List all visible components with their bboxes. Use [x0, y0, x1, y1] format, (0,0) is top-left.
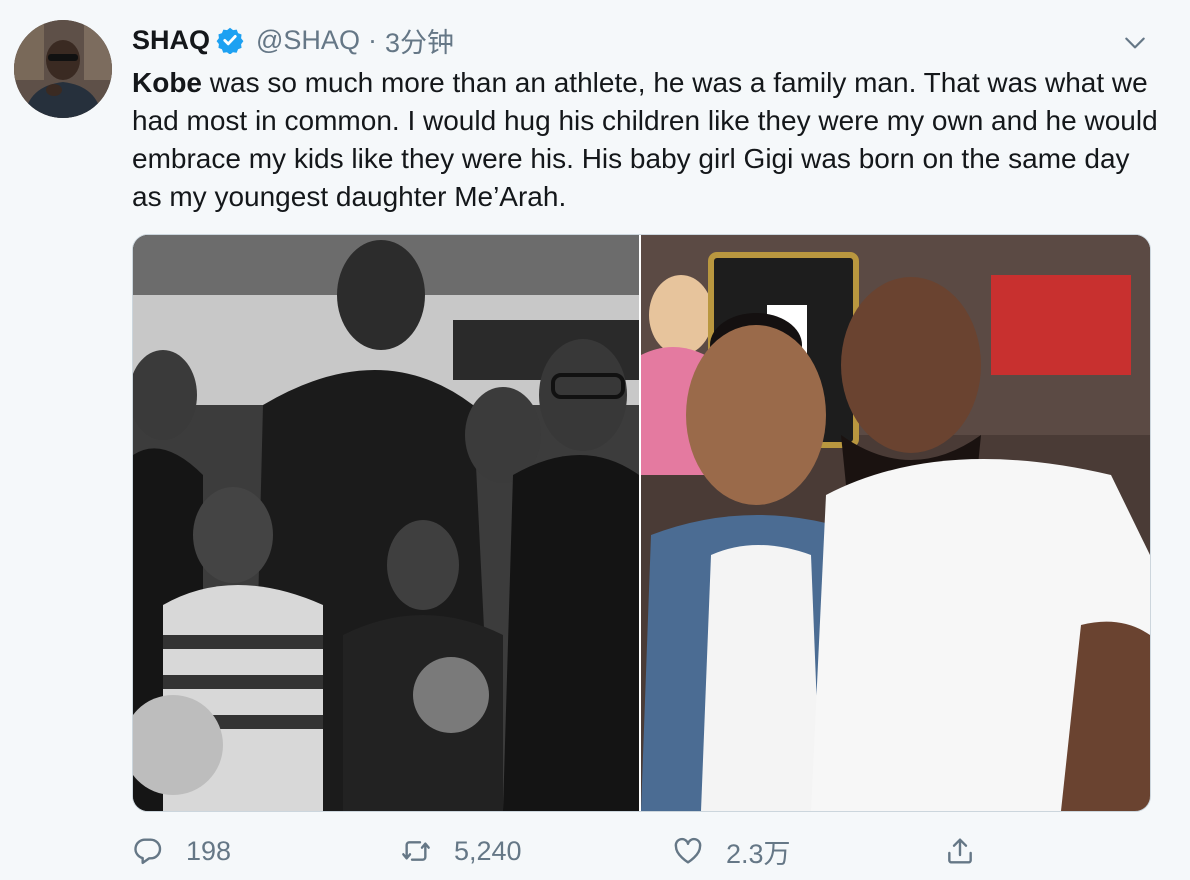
- photo-2-image: [641, 235, 1150, 811]
- tweet-header: SHAQ @SHAQ · 3分钟: [132, 22, 454, 58]
- author-avatar[interactable]: [14, 20, 112, 118]
- tweet-actions: 198 5,240 2.3万: [132, 828, 1149, 874]
- like-count: 2.3万: [726, 838, 791, 869]
- heart-icon: [674, 837, 702, 864]
- share-icon: [948, 838, 972, 864]
- tweet-text: Kobe was so much more than an athlete, h…: [132, 64, 1162, 216]
- reply-count: 198: [186, 835, 232, 866]
- retweet-count: 5,240: [454, 835, 522, 866]
- header-separator: ·: [367, 24, 377, 55]
- avatar-image: [14, 20, 112, 118]
- author-handle[interactable]: @SHAQ: [256, 25, 360, 56]
- media-photo-2[interactable]: [641, 235, 1150, 811]
- chevron-down-icon[interactable]: [1122, 30, 1148, 56]
- retweet-button[interactable]: 5,240: [400, 828, 522, 874]
- tweet-media: [132, 234, 1151, 812]
- tweet-timestamp[interactable]: 3分钟: [385, 21, 454, 60]
- photo-1-image: [133, 235, 639, 811]
- like-button[interactable]: 2.3万: [672, 828, 791, 874]
- tweet-text-bold: Kobe: [132, 67, 202, 98]
- tweet-text-body: was so much more than an athlete, he was…: [132, 67, 1158, 212]
- share-button[interactable]: [944, 828, 976, 874]
- verified-badge-icon: [216, 27, 244, 54]
- media-photo-1[interactable]: [133, 235, 639, 811]
- reply-icon: [134, 838, 162, 865]
- retweet-icon: [402, 841, 430, 861]
- author-name[interactable]: SHAQ: [132, 25, 210, 56]
- reply-button[interactable]: 198: [132, 828, 231, 874]
